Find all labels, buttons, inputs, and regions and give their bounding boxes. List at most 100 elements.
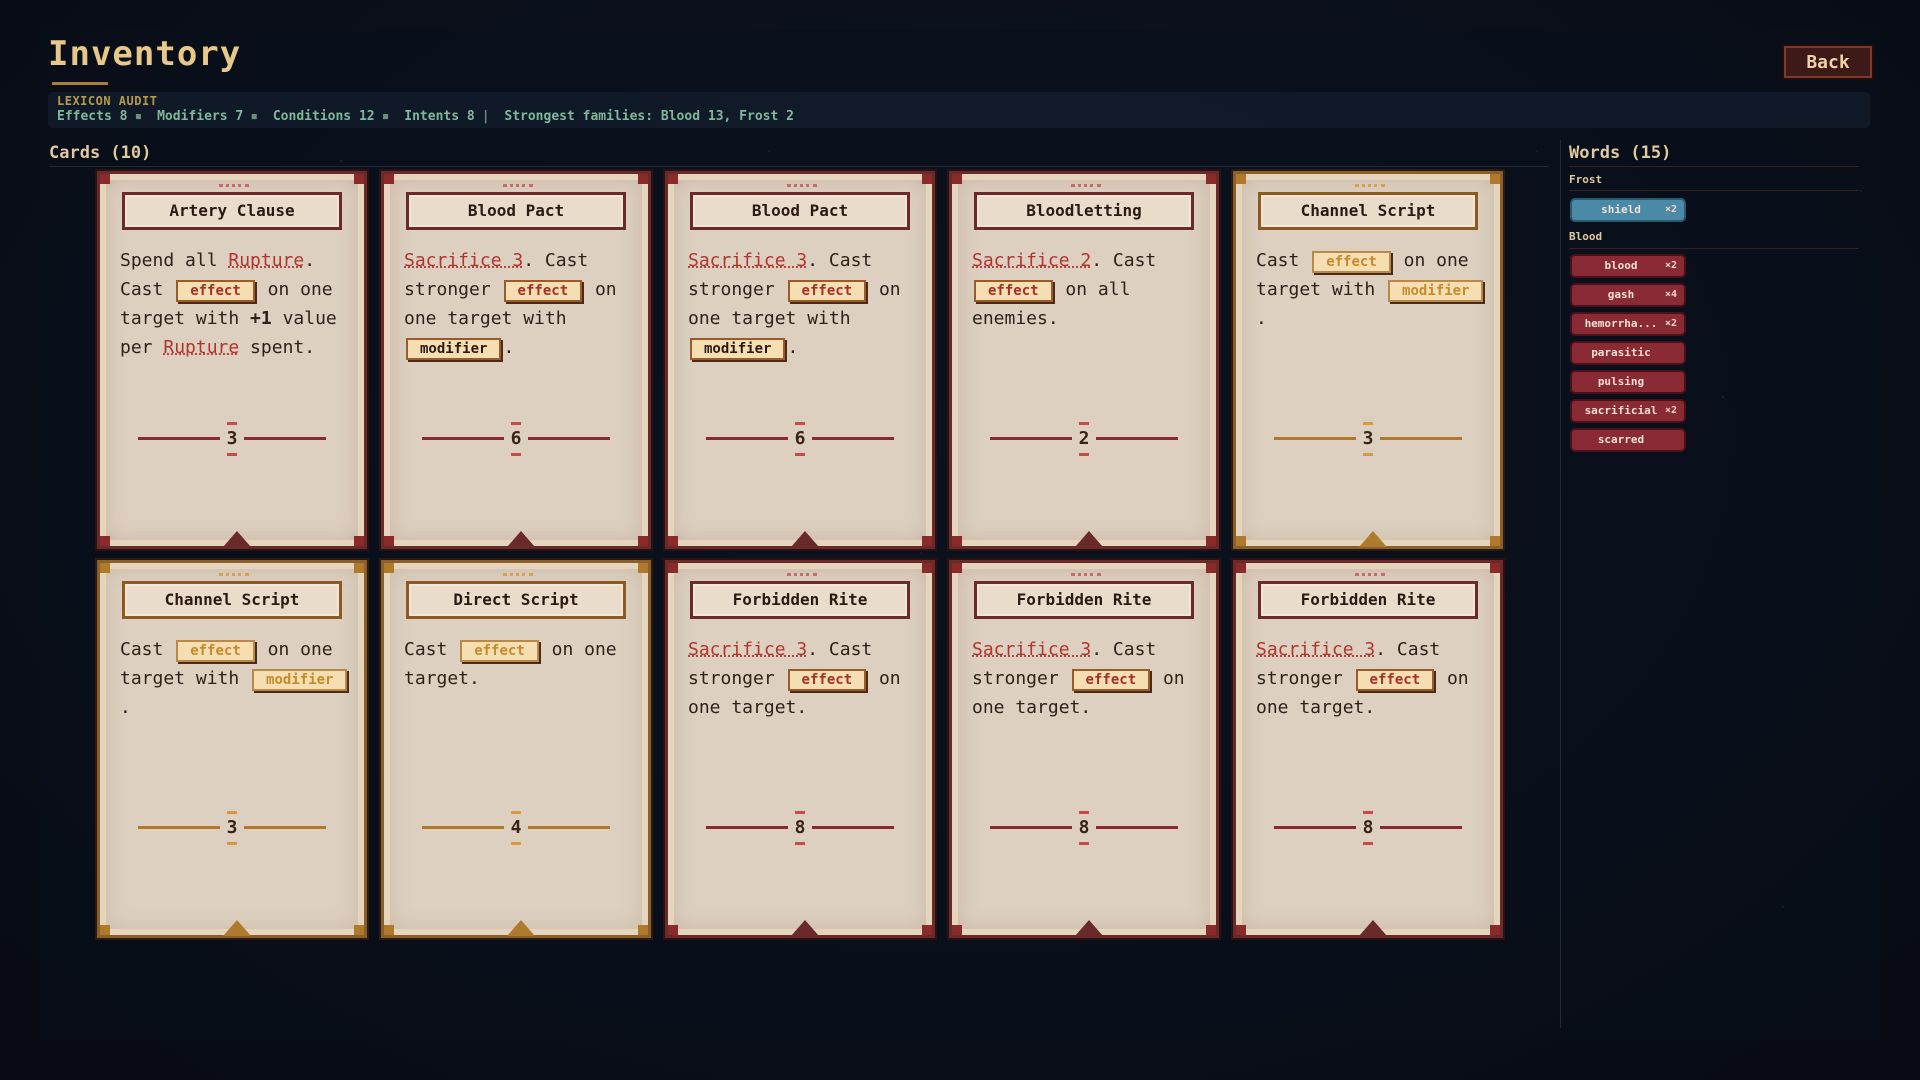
word-chip-shield[interactable]: shield ×2 [1572, 200, 1684, 220]
value-bonus: +1 [250, 308, 272, 329]
card-blood-pact[interactable]: Blood Pact Sacrifice 3. Cast stronger ef… [668, 174, 932, 547]
effect-slot[interactable]: effect [176, 280, 255, 302]
modifier-slot[interactable]: modifier [690, 338, 786, 360]
keyword-sacrifice[interactable]: Sacrifice 3 [688, 250, 807, 271]
card-title: Artery Clause [122, 192, 342, 230]
cost-row: 3 [128, 811, 336, 845]
cost-line [1274, 826, 1356, 829]
sidebar-divider [1560, 140, 1561, 1028]
card-corner [1490, 174, 1500, 184]
word-label: sacrificial [1584, 404, 1658, 417]
card-forbidden-rite[interactable]: Forbidden Rite Sacrifice 3. Cast stronge… [1236, 563, 1500, 936]
card-text: Sacrifice 3. Cast stronger effect on one… [688, 246, 928, 362]
card-corner [1206, 925, 1216, 935]
word-label: pulsing [1597, 375, 1645, 388]
word-chip-parasitic[interactable]: parasitic [1572, 343, 1684, 363]
card-corner [100, 174, 110, 184]
card-blood-pact[interactable]: Blood Pact Sacrifice 3. Cast stronger ef… [384, 174, 648, 547]
effect-slot[interactable]: effect [460, 640, 539, 662]
word-group-blood: Blood [1569, 230, 1603, 243]
card-bloodletting[interactable]: Bloodletting Sacrifice 2. Cast effect on… [952, 174, 1216, 547]
card-corner [1236, 925, 1246, 935]
modifier-slot[interactable]: modifier [1388, 280, 1484, 302]
cost-row: 8 [1264, 811, 1472, 845]
words-divider [1569, 166, 1859, 167]
card-corner [922, 925, 932, 935]
card-corner [952, 925, 962, 935]
modifier-slot[interactable]: modifier [406, 338, 502, 360]
word-chip-pulsing[interactable]: pulsing [1572, 372, 1684, 392]
word-chip-gash[interactable]: gash ×4 [1572, 285, 1684, 305]
effect-slot[interactable]: effect [1312, 251, 1391, 273]
card-corner [638, 925, 648, 935]
cost-row: 8 [696, 811, 904, 845]
word-chip-scarred[interactable]: scarred [1572, 430, 1684, 450]
keyword-sacrifice[interactable]: Sacrifice 3 [972, 639, 1091, 660]
keyword-sacrifice[interactable]: Sacrifice 3 [688, 639, 807, 660]
effect-slot[interactable]: effect [503, 280, 583, 302]
word-count: ×2 [1664, 318, 1677, 329]
text: . [120, 697, 131, 718]
word-chip-blood[interactable]: blood ×2 [1572, 256, 1684, 276]
effect-slot[interactable]: effect [787, 280, 867, 302]
card-cost: 4 [510, 817, 522, 838]
effect-slot[interactable]: effect [974, 280, 1053, 302]
card-corner [100, 563, 110, 573]
cost-row: 6 [696, 422, 904, 456]
keyword-rupture[interactable]: Rupture [163, 337, 239, 358]
effect-slot[interactable]: effect [1071, 669, 1151, 691]
cost-row: 8 [980, 811, 1188, 845]
effect-slot[interactable]: effect [176, 640, 255, 662]
card-corner [354, 174, 364, 184]
card-direct-script[interactable]: Direct Script Cast effect on one target.… [384, 563, 648, 936]
word-label: gash [1607, 288, 1635, 301]
word-label: hemorrha... [1584, 317, 1658, 330]
effect-slot[interactable]: effect [1355, 669, 1435, 691]
card-corner [638, 563, 648, 573]
card-text: Sacrifice 3. Cast stronger effect on one… [688, 635, 928, 722]
text: . [787, 337, 799, 358]
cost-line [528, 826, 610, 829]
card-corner [668, 174, 678, 184]
card-forbidden-rite[interactable]: Forbidden Rite Sacrifice 3. Cast stronge… [668, 563, 932, 936]
keyword-sacrifice[interactable]: Sacrifice 3 [404, 250, 523, 271]
card-corner [668, 925, 678, 935]
card-text: Sacrifice 3. Cast stronger effect on one… [404, 246, 644, 362]
card-artery-clause[interactable]: Artery Clause Spend all Rupture. Cast ef… [100, 174, 364, 547]
card-gem-icon [1359, 531, 1387, 547]
card-title: Blood Pact [406, 192, 626, 230]
card-gem-icon [507, 920, 535, 936]
word-chip-hemorrhage[interactable]: hemorrha... ×2 [1572, 314, 1684, 334]
cost-line [244, 437, 326, 440]
card-corner [668, 563, 678, 573]
card-channel-script[interactable]: Channel Script Cast effect on one target… [1236, 174, 1500, 547]
keyword-rupture[interactable]: Rupture [228, 250, 304, 271]
word-count: ×2 [1664, 405, 1677, 416]
text: Cast [120, 639, 175, 660]
cost-line [1096, 437, 1178, 440]
card-cost: 2 [1078, 428, 1090, 449]
card-corner [384, 536, 394, 546]
word-label: scarred [1597, 433, 1645, 446]
card-forbidden-rite[interactable]: Forbidden Rite Sacrifice 3. Cast stronge… [952, 563, 1216, 936]
effect-slot[interactable]: effect [787, 669, 867, 691]
card-corner [922, 536, 932, 546]
word-label: parasitic [1591, 346, 1651, 359]
cost-line [422, 826, 504, 829]
word-chip-sacrificial[interactable]: sacrificial ×2 [1572, 401, 1684, 421]
card-channel-script[interactable]: Channel Script Cast effect on one target… [100, 563, 364, 936]
modifier-slot[interactable]: modifier [252, 669, 348, 691]
card-title: Forbidden Rite [1258, 581, 1478, 619]
card-corner [354, 536, 364, 546]
card-cost: 8 [1362, 817, 1374, 838]
card-text: Cast effect on one target with modifier. [1256, 246, 1496, 333]
card-corner [384, 925, 394, 935]
cards-grid: Artery Clause Spend all Rupture. Cast ef… [0, 0, 1560, 1080]
back-button[interactable]: Back [1784, 46, 1872, 78]
keyword-sacrifice[interactable]: Sacrifice 2 [972, 250, 1091, 271]
card-gem-icon [223, 531, 251, 547]
text: . [503, 337, 515, 358]
card-corner [100, 536, 110, 546]
keyword-sacrifice[interactable]: Sacrifice 3 [1256, 639, 1375, 660]
group-divider [1569, 190, 1859, 191]
